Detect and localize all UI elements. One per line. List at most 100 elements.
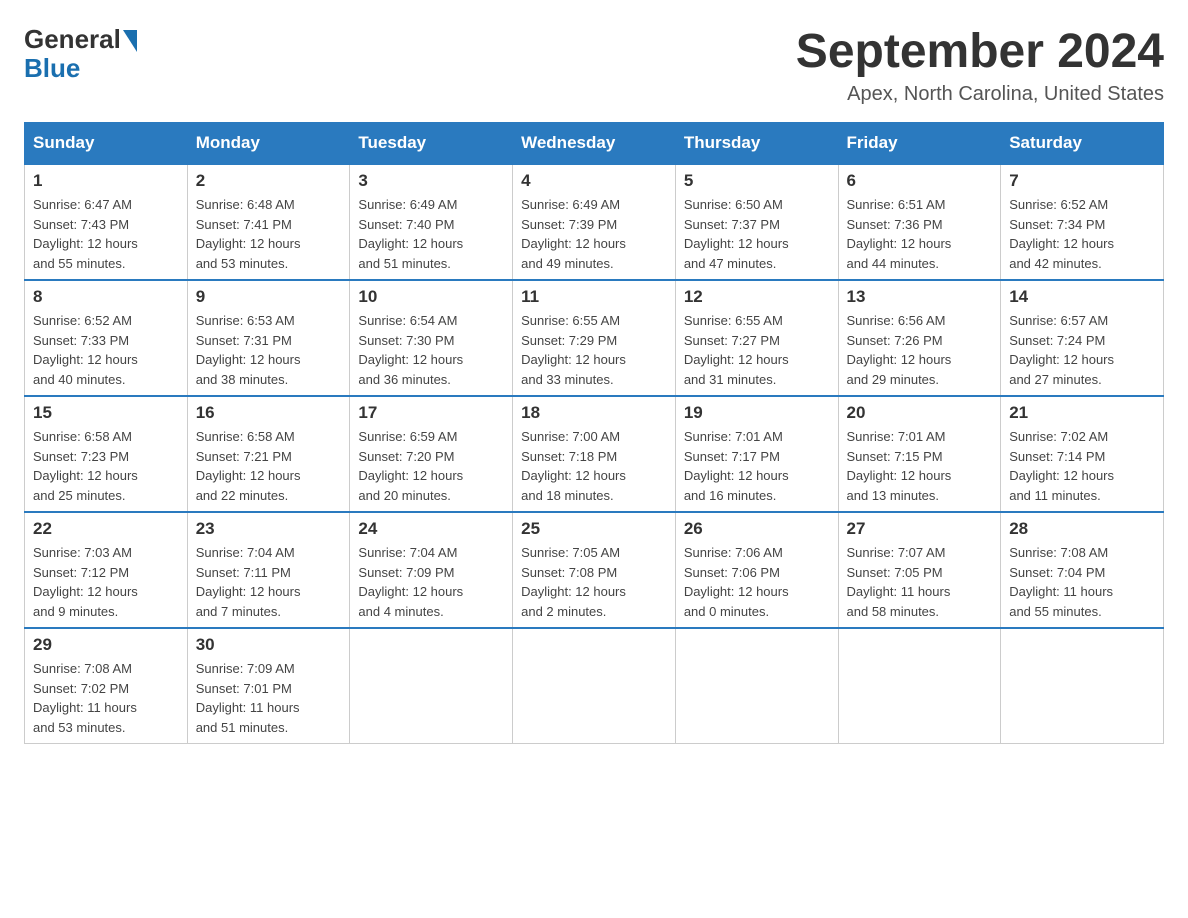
week-row-1: 1 Sunrise: 6:47 AMSunset: 7:43 PMDaylight… [25, 164, 1164, 280]
day-number: 10 [358, 287, 504, 307]
calendar-cell: 4Sunrise: 6:49 AMSunset: 7:39 PMDaylight… [513, 164, 676, 280]
calendar-cell [1001, 628, 1164, 744]
day-info: Sunrise: 7:08 AMSunset: 7:04 PMDaylight:… [1009, 543, 1155, 621]
day-number: 23 [196, 519, 342, 539]
week-row-5: 29 Sunrise: 7:08 AMSunset: 7:02 PMDayligh… [25, 628, 1164, 744]
day-info: Sunrise: 6:48 AMSunset: 7:41 PMDaylight:… [196, 195, 342, 273]
day-number: 17 [358, 403, 504, 423]
calendar-cell: 20 Sunrise: 7:01 AMSunset: 7:15 PMDayligh… [838, 396, 1001, 512]
day-number: 12 [684, 287, 830, 307]
location-title: Apex, North Carolina, United States [796, 83, 1164, 106]
calendar-cell: 7 Sunrise: 6:52 AMSunset: 7:34 PMDaylight… [1001, 164, 1164, 280]
day-info: Sunrise: 6:50 AMSunset: 7:37 PMDaylight:… [684, 195, 830, 273]
day-number: 11 [521, 287, 667, 307]
calendar-cell [838, 628, 1001, 744]
day-info: Sunrise: 7:04 AMSunset: 7:09 PMDaylight:… [358, 543, 504, 621]
day-number: 29 [33, 635, 179, 655]
day-header-monday: Monday [187, 123, 350, 165]
day-info: Sunrise: 7:01 AMSunset: 7:15 PMDaylight:… [847, 427, 993, 505]
calendar-cell: 19Sunrise: 7:01 AMSunset: 7:17 PMDayligh… [675, 396, 838, 512]
day-number: 16 [196, 403, 342, 423]
day-info: Sunrise: 6:52 AMSunset: 7:34 PMDaylight:… [1009, 195, 1155, 273]
day-info: Sunrise: 7:09 AMSunset: 7:01 PMDaylight:… [196, 659, 342, 737]
day-info: Sunrise: 7:06 AMSunset: 7:06 PMDaylight:… [684, 543, 830, 621]
day-header-saturday: Saturday [1001, 123, 1164, 165]
calendar-cell: 12 Sunrise: 6:55 AMSunset: 7:27 PMDayligh… [675, 280, 838, 396]
calendar-cell: 6Sunrise: 6:51 AMSunset: 7:36 PMDaylight… [838, 164, 1001, 280]
calendar-cell: 2Sunrise: 6:48 AMSunset: 7:41 PMDaylight… [187, 164, 350, 280]
day-number: 4 [521, 171, 667, 191]
day-number: 20 [847, 403, 993, 423]
day-number: 28 [1009, 519, 1155, 539]
calendar-cell: 23 Sunrise: 7:04 AMSunset: 7:11 PMDayligh… [187, 512, 350, 628]
day-info: Sunrise: 6:51 AMSunset: 7:36 PMDaylight:… [847, 195, 993, 273]
day-info: Sunrise: 7:07 AMSunset: 7:05 PMDaylight:… [847, 543, 993, 621]
day-number: 3 [358, 171, 504, 191]
day-header-tuesday: Tuesday [350, 123, 513, 165]
calendar-cell: 21Sunrise: 7:02 AMSunset: 7:14 PMDayligh… [1001, 396, 1164, 512]
day-info: Sunrise: 6:55 AMSunset: 7:29 PMDaylight:… [521, 311, 667, 389]
day-info: Sunrise: 6:58 AMSunset: 7:23 PMDaylight:… [33, 427, 179, 505]
week-row-2: 8Sunrise: 6:52 AMSunset: 7:33 PMDaylight… [25, 280, 1164, 396]
calendar-cell: 14 Sunrise: 6:57 AMSunset: 7:24 PMDayligh… [1001, 280, 1164, 396]
calendar-cell: 9 Sunrise: 6:53 AMSunset: 7:31 PMDaylight… [187, 280, 350, 396]
header: General Blue September 2024 Apex, North … [24, 24, 1164, 106]
calendar-cell: 5Sunrise: 6:50 AMSunset: 7:37 PMDaylight… [675, 164, 838, 280]
logo-blue-text: Blue [24, 53, 80, 84]
day-header-wednesday: Wednesday [513, 123, 676, 165]
day-info: Sunrise: 7:08 AMSunset: 7:02 PMDaylight:… [33, 659, 179, 737]
calendar-cell: 18Sunrise: 7:00 AMSunset: 7:18 PMDayligh… [513, 396, 676, 512]
calendar-cell: 30 Sunrise: 7:09 AMSunset: 7:01 PMDayligh… [187, 628, 350, 744]
calendar-cell [513, 628, 676, 744]
day-number: 18 [521, 403, 667, 423]
day-info: Sunrise: 6:49 AMSunset: 7:40 PMDaylight:… [358, 195, 504, 273]
calendar-cell [350, 628, 513, 744]
day-info: Sunrise: 6:55 AMSunset: 7:27 PMDaylight:… [684, 311, 830, 389]
calendar-cell: 28 Sunrise: 7:08 AMSunset: 7:04 PMDayligh… [1001, 512, 1164, 628]
day-number: 13 [847, 287, 993, 307]
calendar-cell: 15 Sunrise: 6:58 AMSunset: 7:23 PMDayligh… [25, 396, 188, 512]
day-info: Sunrise: 7:01 AMSunset: 7:17 PMDaylight:… [684, 427, 830, 505]
day-number: 9 [196, 287, 342, 307]
day-header-sunday: Sunday [25, 123, 188, 165]
day-info: Sunrise: 6:53 AMSunset: 7:31 PMDaylight:… [196, 311, 342, 389]
day-number: 22 [33, 519, 179, 539]
calendar-cell: 25 Sunrise: 7:05 AMSunset: 7:08 PMDayligh… [513, 512, 676, 628]
calendar-cell: 1 Sunrise: 6:47 AMSunset: 7:43 PMDaylight… [25, 164, 188, 280]
calendar-cell: 16Sunrise: 6:58 AMSunset: 7:21 PMDayligh… [187, 396, 350, 512]
day-info: Sunrise: 6:57 AMSunset: 7:24 PMDaylight:… [1009, 311, 1155, 389]
calendar-header-row: SundayMondayTuesdayWednesdayThursdayFrid… [25, 123, 1164, 165]
day-info: Sunrise: 6:47 AMSunset: 7:43 PMDaylight:… [33, 195, 179, 273]
month-title: September 2024 [796, 24, 1164, 79]
calendar-cell: 10 Sunrise: 6:54 AMSunset: 7:30 PMDayligh… [350, 280, 513, 396]
week-row-4: 22 Sunrise: 7:03 AMSunset: 7:12 PMDayligh… [25, 512, 1164, 628]
day-number: 15 [33, 403, 179, 423]
day-number: 24 [358, 519, 504, 539]
calendar-cell: 13 Sunrise: 6:56 AMSunset: 7:26 PMDayligh… [838, 280, 1001, 396]
day-number: 8 [33, 287, 179, 307]
logo-triangle-icon [123, 30, 137, 52]
day-number: 26 [684, 519, 830, 539]
day-header-thursday: Thursday [675, 123, 838, 165]
day-number: 25 [521, 519, 667, 539]
calendar-table: SundayMondayTuesdayWednesdayThursdayFrid… [24, 122, 1164, 744]
day-number: 30 [196, 635, 342, 655]
day-info: Sunrise: 6:54 AMSunset: 7:30 PMDaylight:… [358, 311, 504, 389]
calendar-cell: 22 Sunrise: 7:03 AMSunset: 7:12 PMDayligh… [25, 512, 188, 628]
day-number: 14 [1009, 287, 1155, 307]
day-info: Sunrise: 7:03 AMSunset: 7:12 PMDaylight:… [33, 543, 179, 621]
day-number: 27 [847, 519, 993, 539]
day-number: 7 [1009, 171, 1155, 191]
logo-general-text: General [24, 24, 121, 55]
day-info: Sunrise: 7:02 AMSunset: 7:14 PMDaylight:… [1009, 427, 1155, 505]
calendar-cell: 27 Sunrise: 7:07 AMSunset: 7:05 PMDayligh… [838, 512, 1001, 628]
day-info: Sunrise: 6:59 AMSunset: 7:20 PMDaylight:… [358, 427, 504, 505]
calendar-cell [675, 628, 838, 744]
day-number: 1 [33, 171, 179, 191]
day-info: Sunrise: 6:56 AMSunset: 7:26 PMDaylight:… [847, 311, 993, 389]
calendar-cell: 8Sunrise: 6:52 AMSunset: 7:33 PMDaylight… [25, 280, 188, 396]
day-header-friday: Friday [838, 123, 1001, 165]
day-info: Sunrise: 7:05 AMSunset: 7:08 PMDaylight:… [521, 543, 667, 621]
logo: General Blue [24, 24, 137, 84]
day-info: Sunrise: 7:04 AMSunset: 7:11 PMDaylight:… [196, 543, 342, 621]
